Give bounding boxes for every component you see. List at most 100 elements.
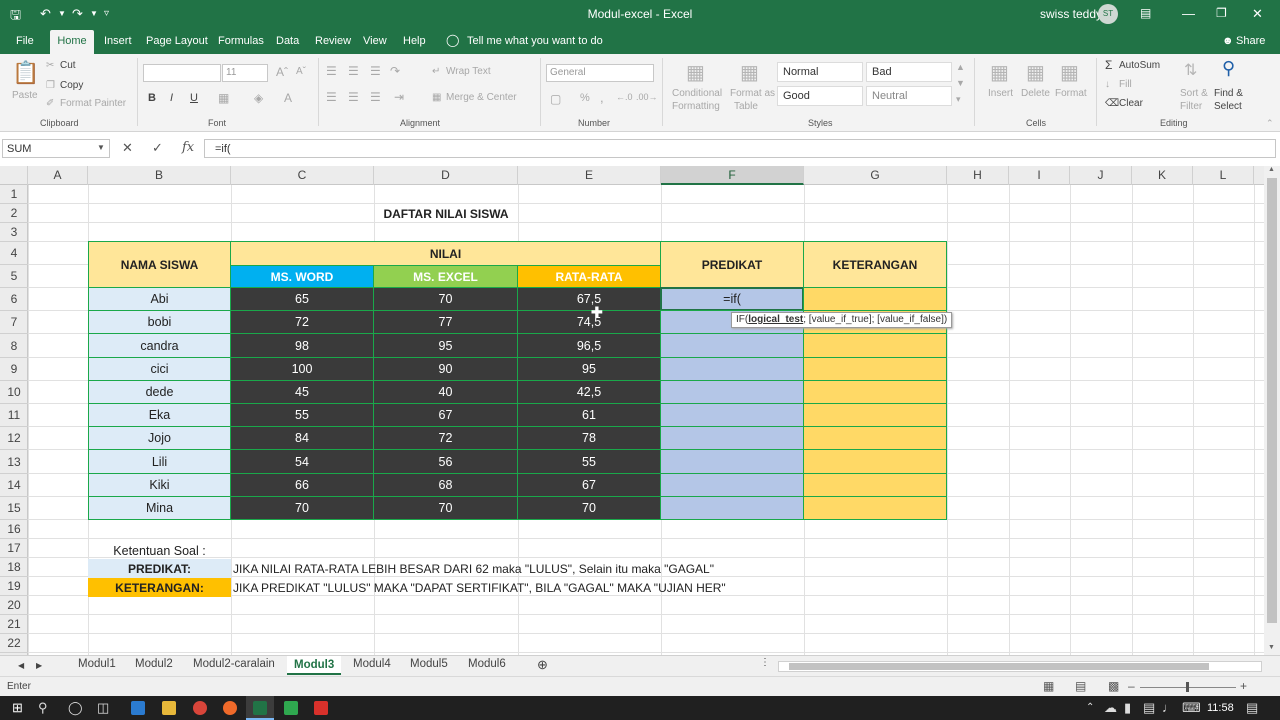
column-header-f[interactable]: F bbox=[661, 166, 804, 185]
style-bad[interactable]: Bad bbox=[866, 62, 952, 82]
row-header-11[interactable]: 11 bbox=[0, 404, 28, 427]
cell-excel-4[interactable]: 90 bbox=[373, 357, 518, 381]
cell-predikat-9[interactable] bbox=[660, 473, 804, 497]
decrease-decimal-icon[interactable]: .00→ bbox=[636, 92, 658, 102]
column-header-j[interactable]: J bbox=[1070, 166, 1132, 185]
task-view-icon[interactable]: ◫ bbox=[97, 700, 109, 716]
underline-button[interactable]: U bbox=[190, 92, 198, 104]
align-middle-icon[interactable]: ☰ bbox=[348, 64, 359, 78]
tell-me-search[interactable]: Tell me what you want to do bbox=[467, 35, 603, 47]
notifications-icon[interactable]: ▤ bbox=[1246, 700, 1258, 716]
cloud-icon[interactable]: ☁ bbox=[1104, 700, 1117, 716]
language-icon[interactable]: ⌨ bbox=[1182, 700, 1201, 716]
row-header-7[interactable]: 7 bbox=[0, 311, 28, 334]
row-header-13[interactable]: 13 bbox=[0, 450, 28, 474]
conditional-formatting-label-1[interactable]: Conditional bbox=[672, 88, 722, 99]
orientation-icon[interactable]: ↷ bbox=[390, 64, 400, 78]
delete-cells-button[interactable]: Delete bbox=[1021, 88, 1050, 99]
indent-icon[interactable]: ⇥ bbox=[394, 90, 404, 104]
sheet-tab-modul4[interactable]: Modul4 bbox=[353, 658, 391, 670]
cell-avg-5[interactable]: 42,5 bbox=[517, 380, 661, 404]
cell-word-10[interactable]: 70 bbox=[230, 496, 374, 520]
cell-avg-1[interactable]: 67,5 bbox=[517, 287, 661, 311]
column-header-b[interactable]: B bbox=[88, 166, 231, 185]
row-header-17[interactable]: 17 bbox=[0, 539, 28, 558]
restore-icon[interactable]: ❐ bbox=[1216, 6, 1227, 20]
cell-predikat-3[interactable] bbox=[660, 333, 804, 358]
prev-sheet-icon[interactable]: ◀ bbox=[18, 661, 24, 670]
zoom-slider-thumb[interactable] bbox=[1186, 682, 1189, 692]
cell-name-10[interactable]: Mina bbox=[88, 496, 231, 520]
align-left-icon[interactable]: ☰ bbox=[326, 90, 337, 104]
grow-font-icon[interactable]: Aˆ bbox=[276, 65, 288, 79]
cell-excel-6[interactable]: 67 bbox=[373, 403, 518, 427]
tab-view[interactable]: View bbox=[363, 35, 387, 47]
page-break-view-icon[interactable]: ▩ bbox=[1108, 679, 1119, 693]
cell-name-8[interactable]: Lili bbox=[88, 449, 231, 474]
header-predikat[interactable]: PREDIKAT bbox=[660, 241, 804, 288]
sheet-tab-modul3[interactable]: Modul3 bbox=[287, 656, 342, 675]
clear-button[interactable]: Clear bbox=[1119, 98, 1143, 109]
tab-split-icon[interactable]: ⋮ bbox=[760, 657, 770, 668]
cell-avg-8[interactable]: 55 bbox=[517, 449, 661, 474]
vertical-scroll-thumb[interactable] bbox=[1267, 178, 1277, 623]
row-header-19[interactable]: 19 bbox=[0, 577, 28, 596]
volume-icon[interactable]: ♩ bbox=[1162, 700, 1175, 715]
scroll-up-icon[interactable]: ▲ bbox=[1268, 166, 1275, 173]
cell-keterangan-7[interactable] bbox=[803, 426, 947, 450]
merge-center-button[interactable]: Merge & Center bbox=[446, 92, 517, 103]
cell-word-2[interactable]: 72 bbox=[230, 310, 374, 334]
cell-keterangan-6[interactable] bbox=[803, 403, 947, 427]
row-header-18[interactable]: 18 bbox=[0, 558, 28, 577]
cell-keterangan-8[interactable] bbox=[803, 449, 947, 474]
cortana-icon[interactable]: ◯ bbox=[68, 700, 83, 716]
chrome-icon[interactable] bbox=[193, 701, 207, 715]
cell-avg-7[interactable]: 78 bbox=[517, 426, 661, 450]
horizontal-scrollbar[interactable] bbox=[778, 661, 1262, 672]
cell-predikat-10[interactable] bbox=[660, 496, 804, 520]
cell-excel-10[interactable]: 70 bbox=[373, 496, 518, 520]
shrink-font-icon[interactable]: Aˇ bbox=[296, 66, 306, 77]
name-box[interactable]: SUM bbox=[2, 139, 110, 158]
file-explorer-icon[interactable] bbox=[162, 701, 176, 715]
cell-word-3[interactable]: 98 bbox=[230, 333, 374, 358]
collapse-ribbon-icon[interactable]: ⌃ bbox=[1266, 118, 1274, 129]
row-header-21[interactable]: 21 bbox=[0, 615, 28, 634]
column-header-d[interactable]: D bbox=[374, 166, 518, 185]
header-ms-word[interactable]: MS. WORD bbox=[230, 265, 374, 288]
cell-avg-4[interactable]: 95 bbox=[517, 357, 661, 381]
normal-view-icon[interactable]: ▦ bbox=[1043, 679, 1054, 693]
font-family-select[interactable] bbox=[143, 64, 221, 82]
worksheet-grid[interactable]: DAFTAR NILAI SISWA NAMA SISWA NILAI MS. … bbox=[28, 185, 1264, 655]
comma-button[interactable]: , bbox=[600, 90, 604, 105]
delete-cells-icon[interactable]: ▦ bbox=[1026, 60, 1045, 85]
minimize-icon[interactable]: — bbox=[1182, 6, 1195, 21]
tab-data[interactable]: Data bbox=[276, 35, 299, 47]
cell-predikat-8[interactable] bbox=[660, 449, 804, 474]
cell-predikat-7[interactable] bbox=[660, 426, 804, 450]
close-icon[interactable]: ✕ bbox=[1252, 6, 1263, 22]
add-sheet-icon[interactable]: ⊕ bbox=[537, 657, 548, 673]
recorder-icon[interactable] bbox=[314, 701, 328, 715]
row-header-5[interactable]: 5 bbox=[0, 265, 28, 288]
cancel-formula-icon[interactable]: ✕ bbox=[122, 140, 133, 156]
row-header-3[interactable]: 3 bbox=[0, 223, 28, 242]
excel-taskbar-button[interactable] bbox=[246, 696, 274, 720]
styles-more-icon[interactable]: ▾ bbox=[956, 94, 961, 105]
format-as-table-label-1[interactable]: Format as bbox=[730, 88, 775, 99]
row-header-20[interactable]: 20 bbox=[0, 596, 28, 615]
increase-decimal-icon[interactable]: ←.0 bbox=[616, 92, 633, 102]
cell-name-7[interactable]: Jojo bbox=[88, 426, 231, 450]
wrap-text-button[interactable]: Wrap Text bbox=[446, 66, 491, 77]
row-header-1[interactable]: 1 bbox=[0, 185, 28, 204]
cell-keterangan-1[interactable] bbox=[803, 287, 947, 311]
cell-avg-9[interactable]: 67 bbox=[517, 473, 661, 497]
cell-excel-9[interactable]: 68 bbox=[373, 473, 518, 497]
rule2-text[interactable]: JIKA PREDIKAT "LULUS" MAKA "DAPAT SERTIF… bbox=[233, 578, 726, 597]
cell-name-6[interactable]: Eka bbox=[88, 403, 231, 427]
find-select-label-2[interactable]: Select bbox=[1214, 101, 1242, 112]
row-header-16[interactable]: 16 bbox=[0, 520, 28, 539]
conditional-formatting-icon[interactable]: ▦ bbox=[686, 60, 705, 85]
cell-name-4[interactable]: cici bbox=[88, 357, 231, 381]
column-header-c[interactable]: C bbox=[231, 166, 374, 185]
